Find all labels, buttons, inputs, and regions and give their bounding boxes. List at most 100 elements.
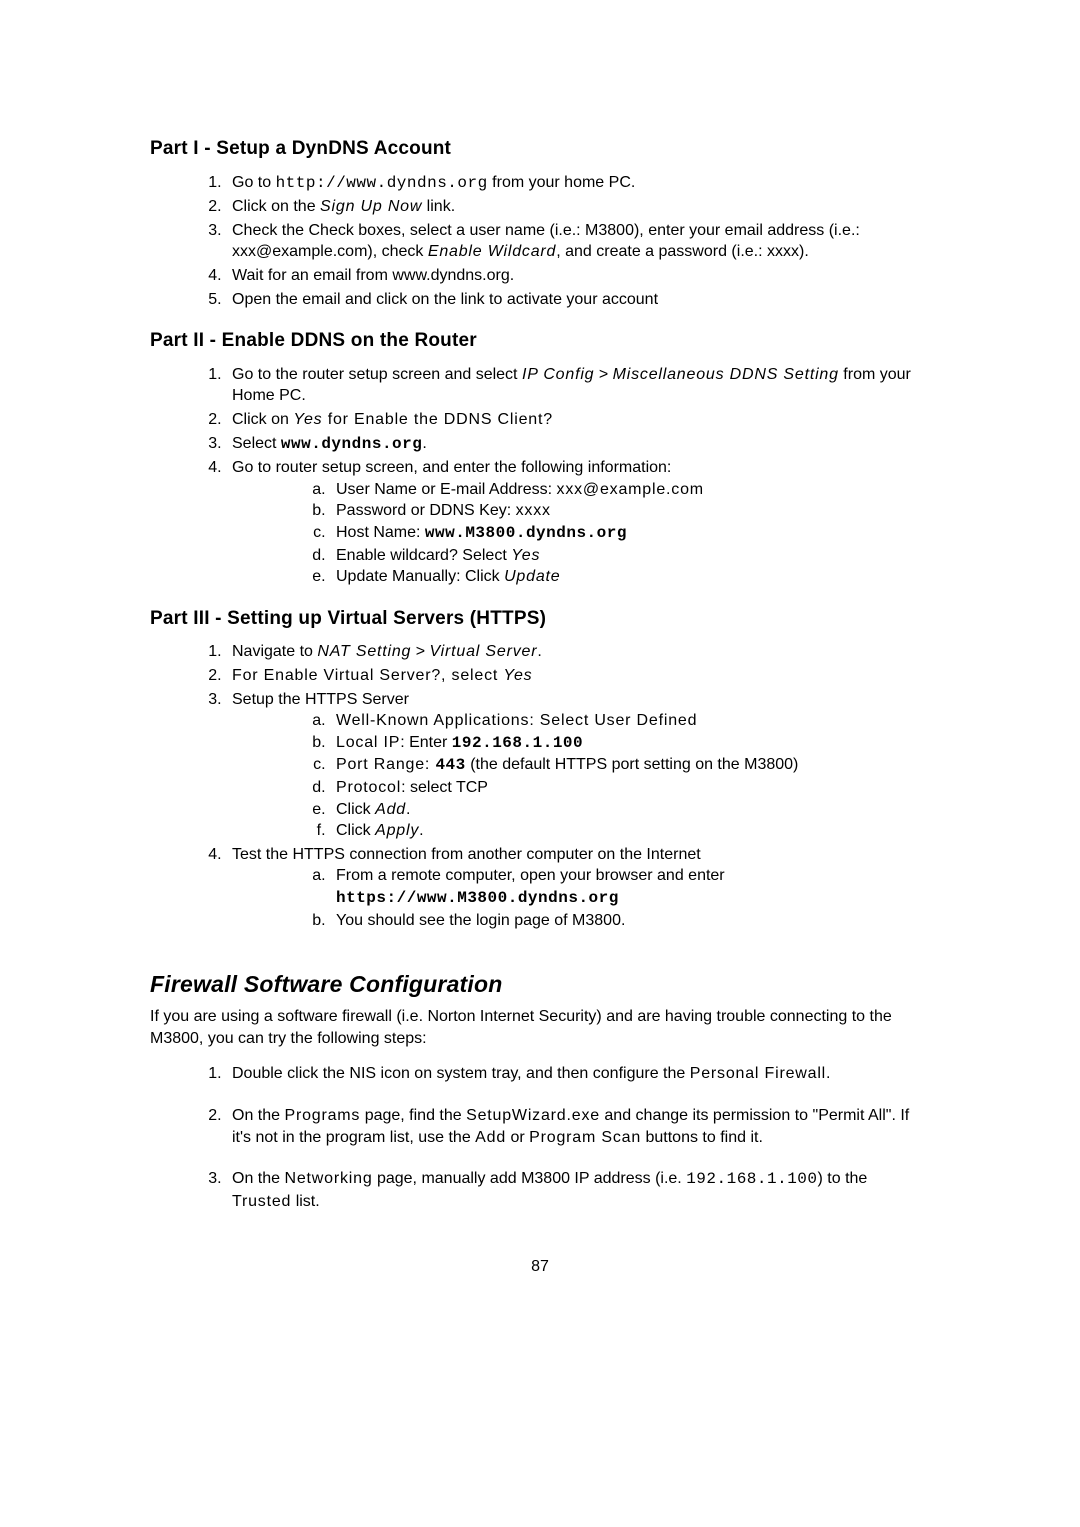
list-item: On the Networking page, manually add M38… xyxy=(226,1168,930,1212)
text: ) to the xyxy=(818,1170,868,1187)
host-text: www.M3800.dyndns.org xyxy=(425,524,627,542)
part2-sublist: User Name or E-mail Address: xxx@example… xyxy=(232,479,930,588)
list-item: Enable wildcard? Select Yes xyxy=(330,545,930,567)
text: Click xyxy=(336,822,375,839)
label-text: Local IP xyxy=(336,734,400,751)
text: Enable wildcard? Select xyxy=(336,547,511,564)
button-name: Apply xyxy=(375,822,419,839)
text: Go to router setup screen, and enter the… xyxy=(232,459,671,476)
ui-name: Networking xyxy=(284,1170,372,1187)
link-name: Sign Up Now xyxy=(320,198,422,215)
part2-heading: Part II - Enable DDNS on the Router xyxy=(150,328,930,354)
menu-name: NAT Setting xyxy=(317,643,411,660)
text: . xyxy=(419,822,423,839)
text: User Name or E-mail Address: xyxy=(336,481,557,498)
menu-name: IP Config xyxy=(522,366,594,383)
part2-list: Go to the router setup screen and select… xyxy=(150,364,930,588)
button-name: Add xyxy=(475,1129,506,1146)
list-item: Open the email and click on the link to … xyxy=(226,289,930,311)
text: page, manually add M3800 IP address (i.e… xyxy=(373,1170,687,1187)
list-item: For Enable Virtual Server?, select Yes xyxy=(226,665,930,687)
part1-list: Go to http://www.dyndns.org from your ho… xyxy=(150,172,930,311)
text: > xyxy=(411,643,429,660)
text: buttons to find it. xyxy=(641,1129,763,1146)
label-text: Port Range: xyxy=(336,756,435,773)
part3-heading: Part III - Setting up Virtual Servers (H… xyxy=(150,606,930,632)
text: For Enable Virtual Server?, select xyxy=(232,667,503,684)
menu-name: Miscellaneous DDNS Setting xyxy=(613,366,839,383)
firewall-heading: Firewall Software Configuration xyxy=(150,969,930,1000)
button-name: Update xyxy=(504,568,560,585)
value-text: xxx@example.com xyxy=(557,481,704,498)
ui-name: Personal Firewall xyxy=(690,1065,826,1082)
text: Host Name: xyxy=(336,524,425,541)
button-name: Program Scan xyxy=(529,1129,641,1146)
text: : Enter xyxy=(400,734,452,751)
list-item: Double click the NIS icon on system tray… xyxy=(226,1063,930,1085)
list-item: You should see the login page of M3800. xyxy=(330,910,930,932)
page-number: 87 xyxy=(150,1256,930,1278)
menu-name: Virtual Server xyxy=(430,643,538,660)
list-item: Click Add. xyxy=(330,799,930,821)
list-item: Well-Known Applications: Select User Def… xyxy=(330,710,930,732)
value-text: xxxx xyxy=(516,502,551,519)
part3-sublist-a: Well-Known Applications: Select User Def… xyxy=(232,710,930,842)
text: Go to xyxy=(232,174,276,191)
list-item: Setup the HTTPS Server Well-Known Applic… xyxy=(226,689,930,842)
list-item: Click Apply. xyxy=(330,820,930,842)
ui-name: Programs xyxy=(284,1107,360,1124)
text: . xyxy=(537,643,541,660)
list-item: Host Name: www.M3800.dyndns.org xyxy=(330,522,930,545)
text: (the default HTTPS port setting on the M… xyxy=(466,756,799,773)
ip-text: 192.168.1.100 xyxy=(686,1170,817,1188)
firewall-intro: If you are using a software firewall (i.… xyxy=(150,1006,930,1049)
text: . xyxy=(422,435,426,452)
label-text: Protocol xyxy=(336,779,401,796)
text: page, find the xyxy=(360,1107,466,1124)
list-item: Navigate to NAT Setting > Virtual Server… xyxy=(226,641,930,663)
part3-list: Navigate to NAT Setting > Virtual Server… xyxy=(150,641,930,931)
text: On the xyxy=(232,1170,284,1187)
text: Password or DDNS Key: xyxy=(336,502,516,519)
text: . xyxy=(406,801,410,818)
exe-name: SetupWizard.exe xyxy=(466,1107,600,1124)
text: Update Manually: Click xyxy=(336,568,504,585)
list-item: User Name or E-mail Address: xxx@example… xyxy=(330,479,930,501)
option-name: Yes xyxy=(511,547,540,564)
list-item: Go to router setup screen, and enter the… xyxy=(226,457,930,588)
text: , and create a password (i.e.: xxxx). xyxy=(556,243,809,260)
list-item: Test the HTTPS connection from another c… xyxy=(226,844,930,931)
list-item: Go to http://www.dyndns.org from your ho… xyxy=(226,172,930,195)
text: : Select User Defined xyxy=(529,712,697,729)
part1-heading: Part I - Setup a DynDNS Account xyxy=(150,136,930,162)
text: link. xyxy=(422,198,455,215)
text: Double click the NIS icon on system tray… xyxy=(232,1065,690,1082)
text: Setup the HTTPS Server xyxy=(232,691,409,708)
text: Click on the xyxy=(232,198,320,215)
list-item: Select www.dyndns.org. xyxy=(226,433,930,456)
url-text: https://www.M3800.dyndns.org xyxy=(336,889,619,907)
list-item: Local IP: Enter 192.168.1.100 xyxy=(330,732,930,755)
text: Test the HTTPS connection from another c… xyxy=(232,846,701,863)
text: Click on xyxy=(232,411,293,428)
port-text: 443 xyxy=(435,756,465,774)
button-name: Add xyxy=(375,801,406,818)
text: Click xyxy=(336,801,375,818)
list-item: Update Manually: Click Update xyxy=(330,566,930,588)
list-item: Click on the Sign Up Now link. xyxy=(226,196,930,218)
option-name: Yes xyxy=(293,411,322,428)
text: for Enable the DDNS Client? xyxy=(322,411,553,428)
list-item: Check the Check boxes, select a user nam… xyxy=(226,220,930,263)
list-item: Click on Yes for Enable the DDNS Client? xyxy=(226,409,930,431)
list-item: Protocol: select TCP xyxy=(330,777,930,799)
text: from your home PC. xyxy=(488,174,636,191)
part3-sublist-b: From a remote computer, open your browse… xyxy=(232,865,930,931)
text: > xyxy=(594,366,612,383)
list-item: Port Range: 443 (the default HTTPS port … xyxy=(330,754,930,777)
text: Navigate to xyxy=(232,643,317,660)
url-text: http://www.dyndns.org xyxy=(276,174,488,192)
list-item: Wait for an email from www.dyndns.org. xyxy=(226,265,930,287)
option-name: Enable Wildcard xyxy=(428,243,556,260)
text: On the xyxy=(232,1107,284,1124)
host-text: www.dyndns.org xyxy=(281,435,422,453)
